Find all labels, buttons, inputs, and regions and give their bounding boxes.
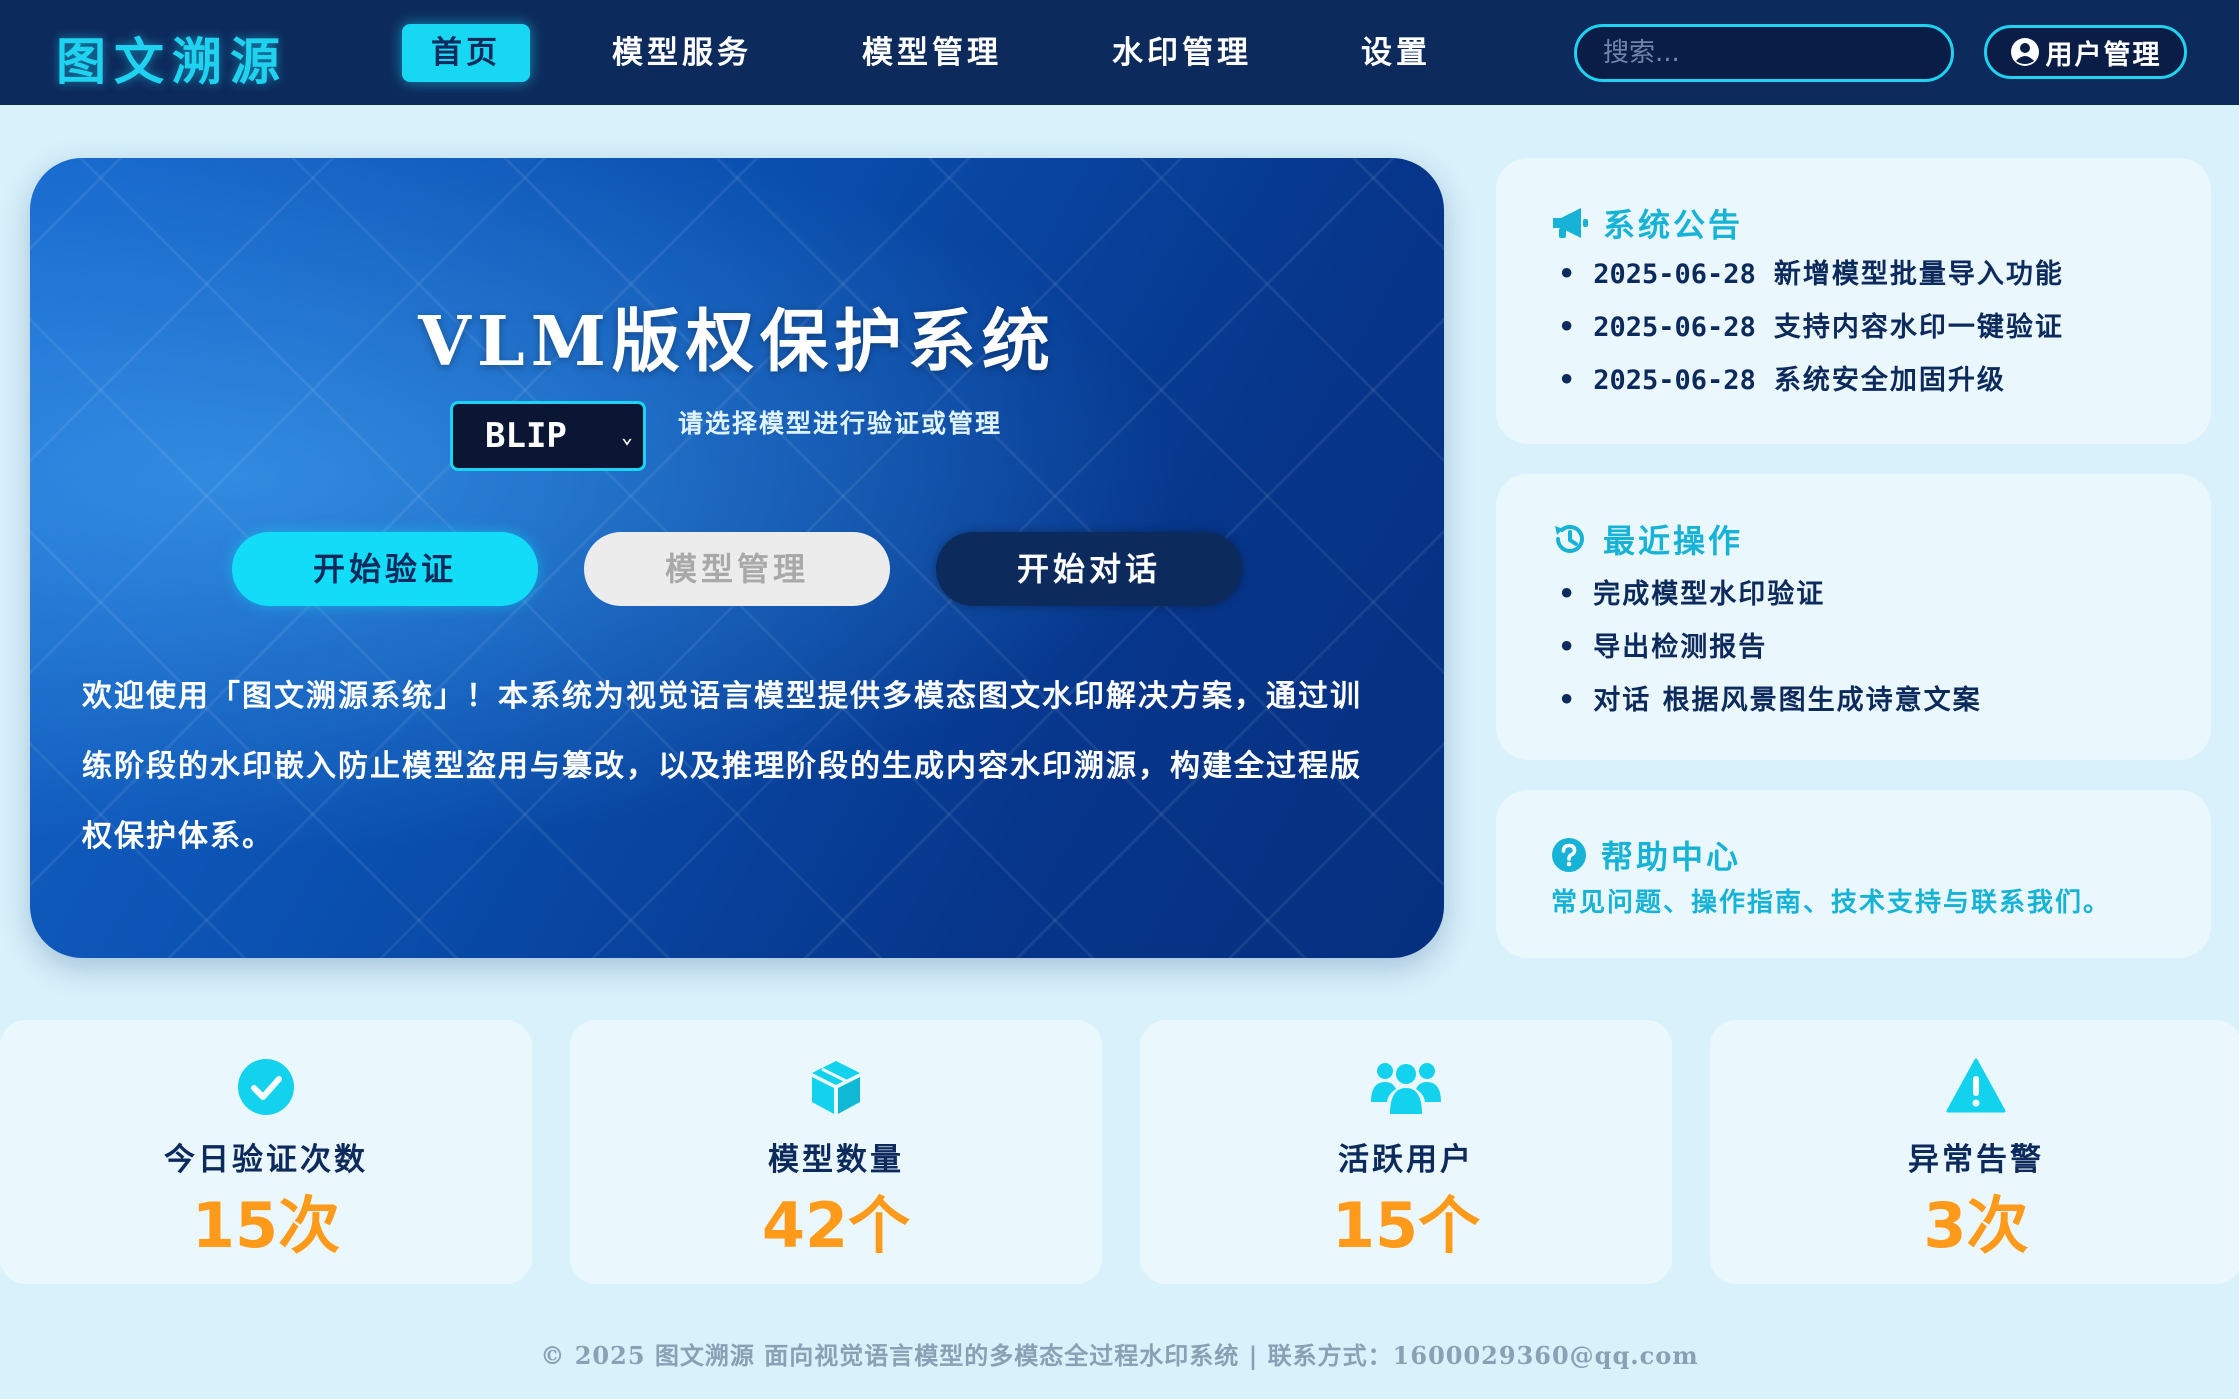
user-management-button[interactable]: 用户管理 — [1984, 25, 2187, 79]
hero-banner: VLM版权保护系统 BLIP ⌄ 请选择模型进行验证或管理 开始验证 模型管理 … — [30, 158, 1444, 958]
megaphone-icon — [1551, 206, 1589, 240]
list-item[interactable]: 完成模型水印验证 — [1558, 568, 1982, 621]
stat-value: 15次 — [191, 1189, 341, 1262]
list-item[interactable]: 2025-06-28新增模型批量导入功能 — [1558, 248, 2064, 301]
model-manage-button[interactable]: 模型管理 — [584, 532, 890, 606]
hero-description: 欢迎使用「图文溯源系统」！本系统为视觉语言模型提供多模态图文水印解决方案，通过训… — [82, 679, 1362, 854]
user-management-label: 用户管理 — [2045, 39, 2162, 71]
hero-title: VLM版权保护系统 — [418, 302, 1056, 382]
list-item[interactable]: 2025-06-28系统安全加固升级 — [1558, 354, 2064, 407]
search-input[interactable] — [1574, 24, 1954, 82]
recent-operations-panel: 最近操作 完成模型水印验证 导出检测报告 对话 根据风景图生成诗意文案 — [1496, 474, 2211, 760]
stat-label: 模型数量 — [768, 1142, 904, 1178]
nav-model-service[interactable]: 模型服务 — [600, 24, 764, 82]
app-logo[interactable]: 图文溯源 — [56, 22, 288, 94]
list-item[interactable]: 对话 根据风景图生成诗意文案 — [1558, 674, 1982, 727]
stat-value: 42个 — [761, 1189, 911, 1262]
model-select[interactable]: BLIP ⌄ — [450, 401, 646, 471]
nav-home[interactable]: 首页 — [402, 24, 530, 82]
stat-card-verifications: 今日验证次数 15次 — [0, 1020, 532, 1284]
recent-operations-list: 完成模型水印验证 导出检测报告 对话 根据风景图生成诗意文案 — [1558, 568, 1982, 727]
announcements-title: 系统公告 — [1551, 200, 1743, 246]
stat-label: 今日验证次数 — [164, 1142, 368, 1178]
nav-model-management[interactable]: 模型管理 — [850, 24, 1014, 82]
chevron-down-icon: ⌄ — [620, 424, 633, 448]
help-center-title: 帮助中心 — [1551, 832, 1741, 878]
user-circle-icon — [2010, 37, 2040, 67]
stat-label: 异常告警 — [1908, 1142, 2044, 1178]
list-item[interactable]: 2025-06-28支持内容水印一键验证 — [1558, 301, 2064, 354]
nav-settings[interactable]: 设置 — [1352, 24, 1440, 82]
help-center-panel[interactable]: 帮助中心 常见问题、操作指南、技术支持与联系我们。 — [1496, 790, 2211, 958]
nav-watermark-management[interactable]: 水印管理 — [1100, 24, 1264, 82]
help-center-text[interactable]: 常见问题、操作指南、技术支持与联系我们。 — [1551, 882, 2111, 919]
model-select-value: BLIP — [485, 416, 567, 456]
warning-icon — [1710, 1058, 2239, 1114]
start-verify-button[interactable]: 开始验证 — [232, 532, 538, 606]
stat-card-models: 模型数量 42个 — [570, 1020, 1102, 1284]
stat-value: 15个 — [1331, 1189, 1481, 1262]
start-chat-button[interactable]: 开始对话 — [936, 532, 1242, 606]
stat-card-alerts: 异常告警 3次 — [1710, 1020, 2239, 1284]
check-circle-icon — [0, 1058, 532, 1116]
users-icon — [1140, 1058, 1672, 1116]
list-item[interactable]: 导出检测报告 — [1558, 621, 1982, 674]
model-select-hint: 请选择模型进行验证或管理 — [678, 409, 1003, 438]
stat-value: 3次 — [1923, 1189, 2029, 1262]
cube-icon — [570, 1058, 1102, 1116]
announcements-list: 2025-06-28新增模型批量导入功能 2025-06-28支持内容水印一键验… — [1558, 248, 2064, 407]
recent-operations-title: 最近操作 — [1551, 516, 1743, 562]
announcements-panel: 系统公告 2025-06-28新增模型批量导入功能 2025-06-28支持内容… — [1496, 158, 2211, 444]
question-circle-icon — [1551, 837, 1587, 873]
stat-card-active-users: 活跃用户 15个 — [1140, 1020, 1672, 1284]
stat-label: 活跃用户 — [1338, 1142, 1474, 1178]
history-icon — [1551, 520, 1589, 558]
top-navbar: 图文溯源 首页 模型服务 模型管理 水印管理 设置 用户管理 — [0, 0, 2239, 105]
footer-text: © 2025 图文溯源 面向视觉语言模型的多模态全过程水印系统 | 联系方式：1… — [540, 1341, 1699, 1370]
